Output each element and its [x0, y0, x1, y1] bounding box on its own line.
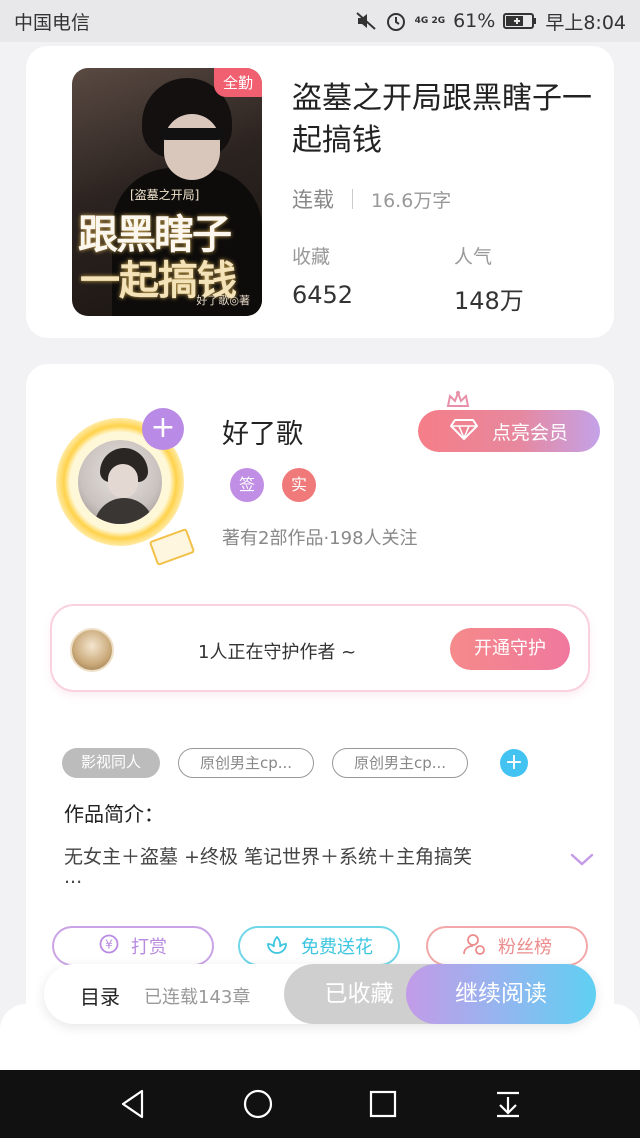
clock-label: 早上8:04 — [545, 11, 626, 34]
word-count: 16.6万字 — [371, 189, 452, 212]
vip-button-label: 点亮会员 — [491, 421, 568, 444]
recent-apps-icon[interactable] — [353, 1074, 413, 1134]
free-flower-label: 免费送花 — [301, 937, 373, 958]
popularity-stat: 人气 148万 — [454, 242, 524, 316]
avatar-image — [78, 440, 162, 524]
intro-heading: 作品简介： — [64, 802, 164, 826]
chevron-down-icon[interactable] — [570, 852, 594, 871]
battery-percent: 61% — [453, 10, 496, 32]
reward-label: 打赏 — [131, 937, 167, 958]
cover-figure-glasses — [160, 128, 224, 140]
coin-icon: ¥ — [99, 934, 119, 959]
open-guard-button[interactable]: 开通守护 — [450, 628, 570, 670]
popularity-value: 148万 — [454, 287, 524, 315]
tag-chip[interactable]: 原创男主cp... — [332, 748, 468, 778]
guardian-avatar — [70, 628, 114, 672]
continue-reading-button[interactable]: 继续阅读 — [406, 964, 596, 1024]
diamond-icon — [449, 418, 479, 445]
author-name[interactable]: 好了歌 — [222, 412, 303, 451]
signed-author-badge: 签 — [230, 468, 264, 502]
tag-chip[interactable]: 原创男主cp... — [178, 748, 314, 778]
favorites-value: 6452 — [292, 281, 354, 309]
alarm-icon — [385, 10, 407, 32]
book-status: 连载 — [292, 188, 334, 212]
author-card: + 好了歌 签 实 著有2部作品·198人关注 点亮会员 1人正在守护作者 ~ … — [26, 364, 614, 1024]
intro-ellipsis: ... — [64, 866, 83, 888]
cover-figure-face — [164, 114, 220, 180]
tag-list: 影视同人 原创男主cp... 原创男主cp... + — [62, 748, 528, 778]
fan-ranking-button[interactable]: 粉丝榜 — [426, 926, 588, 966]
full-attendance-badge: 全勤 — [213, 68, 262, 97]
user-icon — [462, 932, 486, 961]
follow-plus-button[interactable]: + — [142, 408, 184, 450]
author-stats: 著有2部作品·198人关注 — [222, 528, 418, 549]
back-icon[interactable] — [103, 1074, 163, 1134]
status-bar: 中国电信 4G 2G 61% 早上8:04 — [0, 0, 640, 42]
favorites-stat: 收藏 6452 — [292, 242, 353, 309]
activate-vip-button[interactable]: 点亮会员 — [418, 410, 600, 452]
network-type-label: 4G 2G — [414, 15, 446, 26]
guard-status-text: 1人正在守护作者 ~ — [198, 642, 357, 663]
flower-icon — [265, 933, 289, 960]
carrier-label: 中国电信 — [14, 11, 91, 34]
book-title: 盗墓之开局跟黑瞎子一起搞钱 — [292, 81, 592, 158]
home-icon[interactable] — [228, 1074, 288, 1134]
popularity-label: 人气 — [454, 246, 493, 268]
favorites-label: 收藏 — [292, 246, 331, 268]
add-tag-button[interactable]: + — [500, 749, 528, 777]
intro-text: 无女主＋盗墓 +终极 笔记世界＋系统＋主角搞笑 — [64, 846, 473, 868]
chapter-count[interactable]: 已连载143章 — [144, 983, 250, 1009]
reward-button[interactable]: ¥ 打赏 — [52, 926, 214, 966]
meta-divider — [352, 189, 353, 209]
notification-pull-icon[interactable] — [478, 1074, 538, 1134]
cover-subtitle: [盗墓之开局] — [130, 188, 200, 202]
verified-badge: 实 — [282, 468, 316, 502]
cover-author-mark: 好了歌◎著 — [196, 294, 250, 307]
tag-chip[interactable]: 影视同人 — [62, 748, 160, 778]
mute-icon — [355, 11, 377, 31]
free-flower-button[interactable]: 免费送花 — [238, 926, 400, 966]
fan-ranking-label: 粉丝榜 — [498, 937, 552, 958]
guard-author-panel: 1人正在守护作者 ~ 开通守护 — [50, 604, 590, 692]
battery-icon — [503, 12, 537, 30]
svg-text:¥: ¥ — [105, 937, 113, 951]
book-meta: 连载 16.6万字 — [292, 184, 451, 214]
table-of-contents-button[interactable]: 目录 — [80, 981, 120, 1010]
book-info-card: 全勤 [盗墓之开局] 跟黑瞎子 一起搞钱 好了歌◎著 盗墓之开局跟黑瞎子一起搞钱… — [26, 46, 614, 338]
book-cover[interactable]: 全勤 [盗墓之开局] 跟黑瞎子 一起搞钱 好了歌◎著 — [72, 68, 262, 316]
system-nav-bar — [0, 1070, 640, 1138]
reading-action-bar: 目录 已连载143章 已收藏 继续阅读 — [44, 964, 596, 1024]
